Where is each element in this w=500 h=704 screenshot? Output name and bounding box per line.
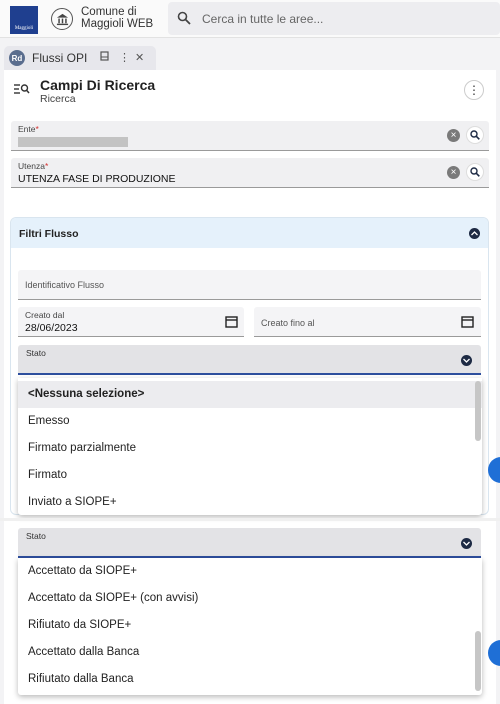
identificativo-flusso-placeholder: Identificativo Flusso bbox=[25, 280, 105, 290]
search-icon bbox=[177, 11, 191, 28]
magnifier-icon[interactable] bbox=[466, 163, 484, 181]
tab-flussi-opi[interactable]: Rd Flussi OPI ⋮ ✕ bbox=[4, 46, 156, 70]
clear-icon[interactable]: × bbox=[447, 129, 460, 142]
ente-field[interactable]: Ente* × bbox=[11, 121, 489, 151]
close-icon[interactable]: ✕ bbox=[135, 51, 144, 64]
list-item[interactable]: <Nessuna selezione> bbox=[18, 381, 482, 408]
global-search-input[interactable]: Cerca in tutte le aree... bbox=[168, 2, 500, 35]
stato-label: Stato bbox=[26, 531, 46, 541]
clear-icon[interactable]: × bbox=[447, 166, 460, 179]
top-bar: Maggioli Comune di Maggioli WEB Cerca in… bbox=[0, 0, 500, 38]
page-subtitle: Ricerca bbox=[40, 93, 76, 105]
creato-fino-field[interactable]: Creato fino al bbox=[254, 307, 481, 337]
pin-icon[interactable] bbox=[100, 51, 109, 64]
stato-dropdown-list: Accettato da SIOPE+ Accettato da SIOPE+ … bbox=[18, 558, 482, 695]
org-line-2: Maggioli WEB bbox=[81, 18, 154, 30]
chevron-up-icon[interactable] bbox=[469, 228, 480, 239]
list-item[interactable]: Rifiutato da SIOPE+ bbox=[18, 612, 482, 639]
calendar-icon[interactable] bbox=[225, 315, 238, 331]
chevron-down-icon[interactable] bbox=[461, 538, 472, 549]
utenza-value: UTENZA FASE DI PRODUZIONE bbox=[18, 173, 176, 185]
scrollbar[interactable] bbox=[475, 631, 481, 691]
search-placeholder: Cerca in tutte le aree... bbox=[202, 12, 324, 26]
bank-icon bbox=[51, 8, 73, 30]
list-item[interactable]: Accettato da SIOPE+ (con avvisi) bbox=[18, 585, 482, 612]
maggioli-logo[interactable]: Maggioli bbox=[10, 6, 38, 34]
scrollbar[interactable] bbox=[475, 381, 481, 441]
creato-dal-field[interactable]: Creato dal 28/06/2023 bbox=[18, 307, 244, 337]
list-item[interactable]: Accettato dalla Banca bbox=[18, 639, 482, 666]
tab-badge: Rd bbox=[9, 50, 25, 66]
organization-name: Comune di Maggioli WEB bbox=[81, 6, 166, 30]
org-line-1: Comune di bbox=[81, 6, 137, 18]
page-title: Campi Di Ricerca bbox=[40, 77, 156, 93]
list-item[interactable]: Inviato a SIOPE+ bbox=[18, 489, 482, 515]
ente-value-redacted bbox=[18, 137, 128, 147]
tab-label: Flussi OPI bbox=[32, 51, 88, 65]
creato-dal-label: Creato dal bbox=[25, 310, 65, 320]
magnifier-icon[interactable] bbox=[466, 126, 484, 144]
stato-select[interactable]: Stato bbox=[18, 528, 481, 558]
ente-label: Ente* bbox=[18, 124, 39, 134]
filters-section-header[interactable] bbox=[11, 218, 488, 248]
creato-dal-value: 28/06/2023 bbox=[25, 322, 78, 334]
list-item[interactable]: Rifiutato dalla Banca bbox=[18, 666, 482, 693]
stato-label: Stato bbox=[26, 348, 46, 358]
creato-fino-placeholder: Creato fino al bbox=[261, 318, 315, 328]
list-item[interactable]: Emesso bbox=[18, 408, 482, 435]
filter-search-icon bbox=[14, 83, 30, 98]
more-options-button[interactable]: ⋮ bbox=[464, 80, 484, 100]
list-item[interactable]: Firmato bbox=[18, 462, 482, 489]
filters-section-title: Filtri Flusso bbox=[19, 228, 79, 240]
utenza-label: Utenza* bbox=[18, 161, 49, 171]
chevron-down-icon[interactable] bbox=[461, 355, 472, 366]
list-item[interactable]: Accettato da SIOPE+ bbox=[18, 558, 482, 585]
calendar-icon[interactable] bbox=[461, 315, 474, 331]
more-vertical-icon[interactable]: ⋮ bbox=[119, 51, 130, 64]
list-item[interactable]: Firmato parzialmente bbox=[18, 435, 482, 462]
divider bbox=[0, 518, 500, 521]
stato-select[interactable]: Stato bbox=[18, 345, 481, 375]
identificativo-flusso-field[interactable]: Identificativo Flusso bbox=[18, 270, 481, 300]
utenza-field[interactable]: Utenza* UTENZA FASE DI PRODUZIONE × bbox=[11, 158, 489, 188]
stato-dropdown-list: <Nessuna selezione> Emesso Firmato parzi… bbox=[18, 378, 482, 515]
